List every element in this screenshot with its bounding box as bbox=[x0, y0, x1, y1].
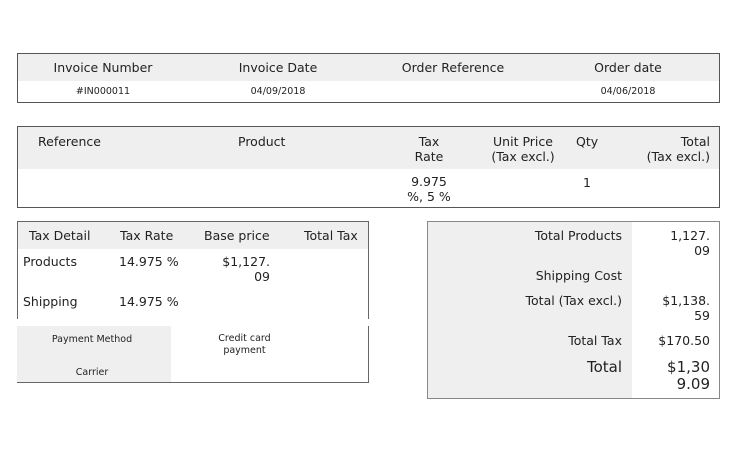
grand-total-value-line1: $1,30 bbox=[667, 358, 710, 376]
header-order-date: Order date bbox=[594, 60, 662, 75]
row-tax-rate-line1: 9.975 bbox=[411, 174, 447, 189]
header-total-tax: Total Tax bbox=[304, 228, 358, 243]
payment-method-value-line2: payment bbox=[223, 345, 266, 356]
order-date-value: 04/06/2018 bbox=[600, 86, 656, 97]
invoice-date-value: 04/09/2018 bbox=[250, 86, 306, 97]
total-tax-label: Total Tax bbox=[568, 333, 622, 348]
header-total-line1: Total bbox=[680, 134, 710, 149]
header-unit-price-line2: (Tax excl.) bbox=[491, 149, 555, 164]
header-tax-rate-line2: Rate bbox=[414, 149, 444, 164]
tax-row-products-detail: Products bbox=[23, 254, 77, 269]
tax-row-products-base-line2: 09 bbox=[254, 269, 270, 284]
total-tax-excl-value-line2: 59 bbox=[694, 308, 710, 323]
header-product: Product bbox=[238, 134, 286, 149]
header-reference: Reference bbox=[38, 134, 101, 149]
tax-row-products-base-line1: $1,127. bbox=[222, 254, 270, 269]
product-table-header bbox=[18, 127, 719, 169]
tax-detail-table: Tax Detail Tax Rate Base price Total Tax… bbox=[17, 221, 369, 319]
row-tax-rate-line2: %, 5 % bbox=[407, 189, 451, 204]
header-tax-rate-line1: Tax bbox=[418, 134, 440, 149]
header-qty: Qty bbox=[576, 134, 599, 149]
total-products-value-line1: 1,127. bbox=[670, 228, 710, 243]
grand-total-value-line2: 9.09 bbox=[676, 375, 710, 393]
header-tax-detail: Tax Detail bbox=[29, 228, 91, 243]
invoice-number-value: #IN000011 bbox=[75, 86, 131, 97]
total-tax-excl-label: Total (Tax excl.) bbox=[525, 293, 622, 308]
product-table: Reference Product Tax Rate Unit Price (T… bbox=[17, 126, 720, 208]
header-total-line2: (Tax excl.) bbox=[646, 149, 710, 164]
header-order-reference: Order Reference bbox=[401, 60, 505, 75]
carrier-label: Carrier bbox=[75, 367, 109, 378]
shipping-cost-label: Shipping Cost bbox=[535, 268, 622, 283]
invoice-info-table: Invoice Number Invoice Date Order Refere… bbox=[17, 53, 720, 103]
header-unit-price-line1: Unit Price bbox=[493, 134, 553, 149]
header-base-price: Base price bbox=[204, 228, 270, 243]
tax-row-shipping-detail: Shipping bbox=[23, 294, 78, 309]
tax-row-products-rate: 14.975 % bbox=[119, 254, 179, 269]
total-products-label: Total Products bbox=[534, 228, 622, 243]
header-invoice-date: Invoice Date bbox=[238, 60, 318, 75]
row-qty: 1 bbox=[583, 175, 591, 190]
totals-table: Total Products 1,127. 09 Shipping Cost T… bbox=[427, 221, 720, 399]
header-invoice-number: Invoice Number bbox=[53, 60, 153, 75]
header-tax-rate: Tax Rate bbox=[120, 228, 174, 243]
total-products-value-line2: 09 bbox=[694, 243, 710, 258]
payment-method-value-line1: Credit card bbox=[218, 333, 271, 344]
payment-carrier-table: Payment Method Credit card payment Carri… bbox=[17, 326, 369, 383]
tax-row-shipping-rate: 14.975 % bbox=[119, 294, 179, 309]
grand-total-label: Total bbox=[586, 358, 622, 376]
total-tax-value: $170.50 bbox=[658, 333, 710, 348]
payment-method-label: Payment Method bbox=[51, 334, 133, 345]
total-tax-excl-value-line1: $1,138. bbox=[662, 293, 710, 308]
